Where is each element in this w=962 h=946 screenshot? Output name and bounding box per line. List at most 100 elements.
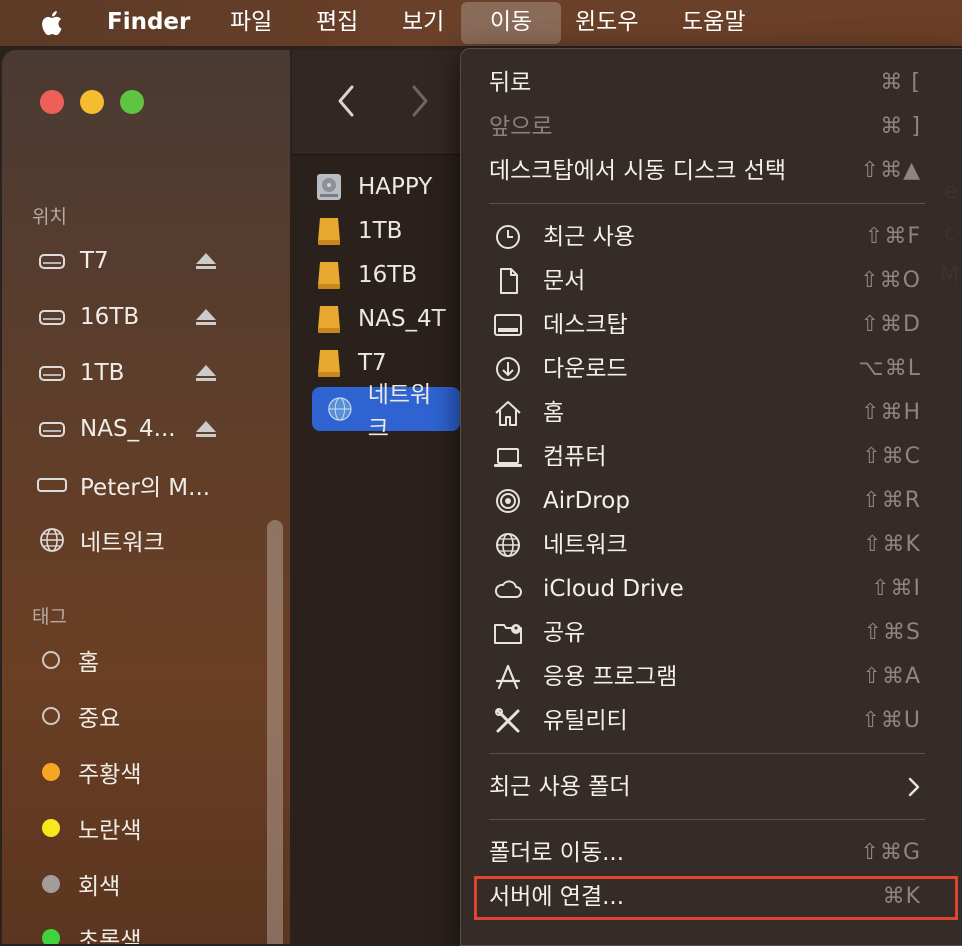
menu-item-label: 문서 <box>543 268 586 294</box>
file-item-label: 16TB <box>358 262 418 288</box>
network-globe-icon <box>328 397 352 421</box>
menubar-app-finder[interactable]: Finder <box>107 0 190 46</box>
sidebar-item-computer[interactable]: Peter의 M... <box>36 465 210 505</box>
menu-item-downloads[interactable]: 다운로드 ⌥⌘L <box>461 347 962 391</box>
menu-shortcut: ⌥⌘L <box>858 356 921 381</box>
back-chevron-icon[interactable] <box>336 84 356 118</box>
menu-item-startup-disk[interactable]: 데스크탑에서 시동 디스크 선택 ⇧⌘▲ <box>461 149 962 193</box>
forward-chevron-icon[interactable] <box>410 84 430 118</box>
menu-item-label: 앞으로 <box>489 114 553 140</box>
utilities-icon <box>495 708 520 733</box>
external-drive-icon <box>36 303 68 331</box>
sidebar-item-nas[interactable]: NAS_4... <box>36 409 176 449</box>
computer-icon <box>36 471 68 499</box>
airdrop-icon <box>496 489 520 513</box>
menu-item-airdrop[interactable]: AirDrop ⇧⌘R <box>461 479 962 523</box>
apple-logo-icon[interactable] <box>38 8 68 38</box>
chevron-right-icon <box>908 777 920 797</box>
eject-icon[interactable] <box>194 306 218 328</box>
sidebar-item-label: 홈 <box>78 650 100 676</box>
sidebar-item-label: 주황색 <box>78 762 142 788</box>
menubar-file[interactable]: 파일 <box>230 0 272 46</box>
sidebar-tag-green[interactable]: 초록색 <box>36 918 141 944</box>
sidebar-item-label: 초록색 <box>78 928 142 944</box>
file-item-label: 네트워크 <box>367 382 432 442</box>
volume-icon <box>318 350 340 377</box>
shared-folder-icon <box>494 624 522 644</box>
zoom-window-button[interactable] <box>120 90 144 114</box>
menu-item-label: 컴퓨터 <box>543 444 607 470</box>
menu-item-network[interactable]: 네트워크 ⇧⌘K <box>461 523 962 567</box>
close-window-button[interactable] <box>40 90 64 114</box>
file-item-label: NAS_4T <box>358 306 446 332</box>
menubar-edit[interactable]: 편집 <box>316 0 358 46</box>
eject-icon[interactable] <box>194 250 218 272</box>
menu-item-label: 다운로드 <box>543 356 628 382</box>
sidebar-item-label: Peter의 M... <box>80 475 211 501</box>
menu-item-documents[interactable]: 문서 ⇧⌘O <box>461 259 962 303</box>
sidebar-scrollbar[interactable] <box>267 520 283 944</box>
menu-shortcut: ⇧⌘▲ <box>860 158 921 183</box>
file-item-16tb[interactable]: 16TB <box>314 255 417 295</box>
sidebar-section-tags: 태그 <box>32 606 67 628</box>
cloud-icon <box>494 580 522 598</box>
menubar-window[interactable]: 윈도우 <box>575 0 638 46</box>
menu-shortcut: ⇧⌘R <box>862 488 921 513</box>
menu-item-go-to-folder[interactable]: 폴더로 이동... ⇧⌘G <box>461 831 962 875</box>
applications-icon <box>495 664 521 690</box>
minimize-window-button[interactable] <box>80 90 104 114</box>
menu-item-shared[interactable]: 공유 ⇧⌘S <box>461 611 962 655</box>
menu-item-applications[interactable]: 응용 프로그램 ⇧⌘A <box>461 655 962 699</box>
sidebar-item-label: 네트워크 <box>80 530 165 556</box>
hard-drive-icon <box>317 174 341 200</box>
download-icon <box>496 357 520 381</box>
external-drive-icon <box>36 359 68 387</box>
menu-item-label: 폴더로 이동... <box>489 840 625 866</box>
sidebar-item-label: 중요 <box>78 706 121 732</box>
file-item-1tb[interactable]: 1TB <box>314 211 402 251</box>
menu-item-label: 응용 프로그램 <box>543 664 678 690</box>
sidebar-tag-important[interactable]: 중요 <box>36 696 120 736</box>
menu-item-recent-folders[interactable]: 최근 사용 폴더 <box>461 765 962 809</box>
menu-item-home[interactable]: 홈 ⇧⌘H <box>461 391 962 435</box>
file-item-nas[interactable]: NAS_4T <box>314 299 446 339</box>
menubar-help[interactable]: 도움말 <box>682 0 745 46</box>
clock-icon <box>496 225 520 249</box>
menu-item-computer[interactable]: 컴퓨터 ⇧⌘C <box>461 435 962 479</box>
sidebar-item-t7[interactable]: T7 <box>36 241 109 281</box>
menu-item-label: 데스크탑 <box>543 312 628 338</box>
sidebar-tag-home[interactable]: 홈 <box>36 640 99 680</box>
menubar-go[interactable]: 이동 <box>461 2 561 44</box>
file-item-network[interactable]: 네트워크 <box>312 382 460 442</box>
menu-item-desktop[interactable]: 데스크탑 ⇧⌘D <box>461 303 962 347</box>
file-item-label: 1TB <box>358 218 403 244</box>
sidebar-item-label: T7 <box>80 248 109 274</box>
home-icon <box>495 401 521 426</box>
file-item-happy[interactable]: HAPPY <box>314 167 432 207</box>
sidebar-tag-yellow[interactable]: 노란색 <box>36 808 141 848</box>
sidebar-tag-orange[interactable]: 주황색 <box>36 752 141 792</box>
menu-item-label: 뒤로 <box>489 70 532 96</box>
menu-item-utilities[interactable]: 유틸리티 ⇧⌘U <box>461 699 962 743</box>
menu-item-recents[interactable]: 최근 사용 ⇧⌘F <box>461 215 962 259</box>
go-menu: 뒤로 ⌘ [ 앞으로 ⌘ ] 데스크탑에서 시동 디스크 선택 ⇧⌘▲ 최근 사… <box>460 48 962 946</box>
menu-shortcut: ⇧⌘G <box>860 840 921 865</box>
menu-shortcut: ⇧⌘S <box>863 620 921 645</box>
menu-shortcut: ⇧⌘F <box>864 224 921 249</box>
sidebar-item-network[interactable]: 네트워크 <box>36 520 165 560</box>
menu-item-back[interactable]: 뒤로 ⌘ [ <box>461 61 962 105</box>
sidebar-item-1tb[interactable]: 1TB <box>36 353 124 393</box>
tag-orange-dot-icon <box>42 763 60 781</box>
sidebar-tag-gray[interactable]: 회색 <box>36 864 120 904</box>
menubar-view[interactable]: 보기 <box>402 0 444 46</box>
menu-shortcut: ⇧⌘H <box>861 400 921 425</box>
sidebar-item-16tb[interactable]: 16TB <box>36 297 139 337</box>
menu-item-icloud-drive[interactable]: iCloud Drive ⇧⌘I <box>461 567 962 611</box>
eject-icon[interactable] <box>194 418 218 440</box>
sidebar-item-label: 노란색 <box>78 818 142 844</box>
menu-shortcut: ⇧⌘D <box>860 312 921 337</box>
network-globe-icon <box>36 526 68 554</box>
laptop-icon <box>494 448 522 467</box>
eject-icon[interactable] <box>194 362 218 384</box>
menu-shortcut: ⇧⌘A <box>862 664 921 689</box>
